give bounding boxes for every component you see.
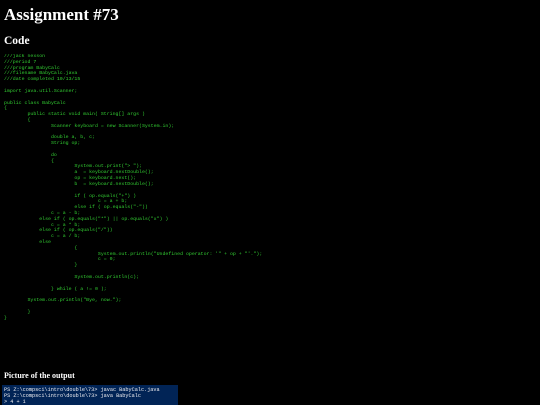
code-line: c = a / b;: [4, 234, 81, 240]
code-line: b = keyboard.nextDouble();: [4, 181, 154, 187]
code-line: {: [4, 106, 7, 112]
output-section-heading: Picture of the output: [4, 371, 75, 380]
code-line: Scanner keyboard = new Scanner(System.in…: [4, 123, 175, 129]
code-line: System.out.print("> ");: [4, 164, 142, 170]
code-line: ///period 7: [4, 59, 37, 65]
code-line: System.out.println("Bye, now.");: [4, 298, 122, 304]
code-line: do: [4, 152, 57, 158]
code-line: import java.util.Scanner;: [4, 88, 78, 94]
code-line: op = keyboard.next();: [4, 176, 137, 182]
code-line: c = a * b;: [4, 222, 81, 228]
code-line: c = 0;: [4, 257, 116, 263]
code-line: String op;: [4, 141, 81, 147]
terminal-output: PS Z:\compsci\intro\double\73> javac Bab…: [2, 385, 178, 405]
code-line: {: [4, 117, 31, 123]
assignment-page: Assignment #73 Code ///jack nexson ///pe…: [0, 0, 540, 405]
code-line: }: [4, 309, 31, 315]
code-line: } while ( a != 0 );: [4, 286, 107, 292]
code-line: c = a + b;: [4, 199, 128, 205]
code-line: c = a - b;: [4, 210, 81, 216]
code-line: {: [4, 158, 54, 164]
code-section-heading: Code: [4, 35, 30, 47]
code-line: else if ( op.equals("/")): [4, 228, 113, 234]
code-line: ///date completed 10/13/15: [4, 77, 81, 83]
page-title: Assignment #73: [4, 5, 119, 24]
code-line: if ( op.equals("+") ): [4, 193, 137, 199]
code-line: System.out.println(c);: [4, 274, 140, 280]
code-line: }: [4, 263, 78, 269]
code-line: ///filename BabyCalc.java: [4, 71, 78, 77]
code-line: {: [4, 245, 78, 251]
code-line: public static void main( String[] args ): [4, 112, 145, 118]
code-line: ///jack nexson: [4, 54, 46, 59]
code-line: ///program BabyCalc: [4, 65, 60, 71]
source-code-block: ///jack nexson ///period 7 ///program Ba…: [4, 54, 534, 321]
code-line: double a, b, c;: [4, 135, 95, 141]
code-line: else: [4, 240, 51, 245]
code-line: }: [4, 315, 7, 321]
code-line: else if ( op.equals("-")): [4, 205, 148, 211]
code-line: System.out.println("Undefined operator: …: [4, 251, 263, 257]
output-screenshot-terminal: PS Z:\compsci\intro\double\73> javac Bab…: [2, 385, 178, 405]
code-line: else if ( op.equals("*") || op.equals("x…: [4, 216, 169, 222]
code-line: a = keyboard.nextDouble();: [4, 170, 154, 176]
code-line: public class BabyCalc: [4, 100, 66, 106]
terminal-line: > 4 + 1: [4, 399, 26, 405]
